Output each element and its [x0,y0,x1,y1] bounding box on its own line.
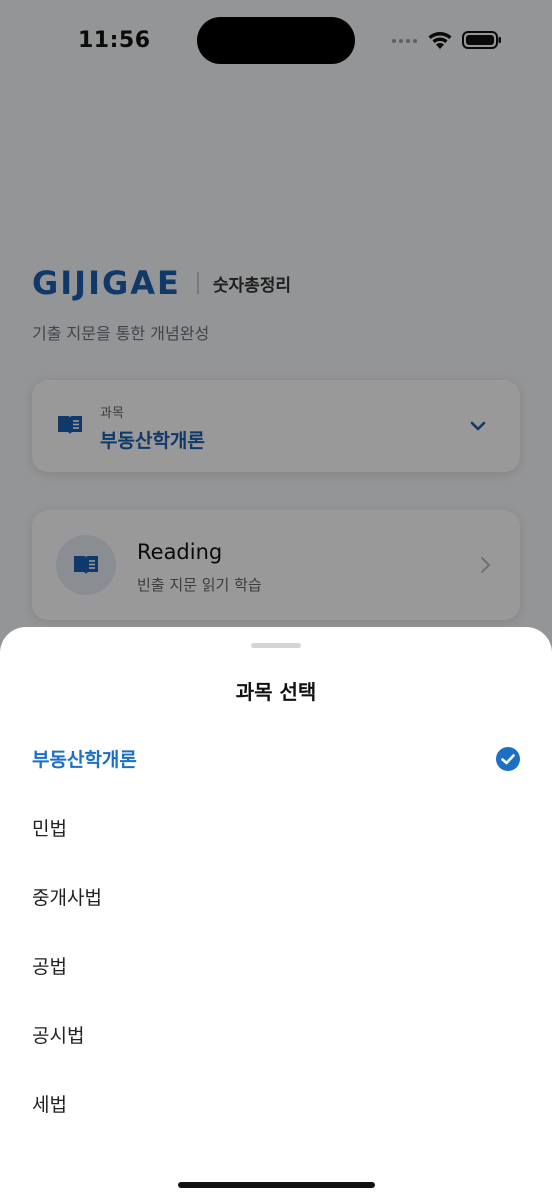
home-indicator[interactable] [178,1182,375,1188]
option-brokerage-law[interactable]: 중개사법 [0,869,552,925]
sheet-drag-handle[interactable] [251,643,301,648]
option-label: 공시법 [32,1025,85,1047]
option-label: 민법 [32,818,67,840]
option-label: 공법 [32,956,67,978]
sheet-title: 과목 선택 [235,680,317,704]
option-registration-law[interactable]: 공시법 [0,1007,552,1063]
app-screen: 11:56 GIJIGAE 숫자총정리 기출 지문을 통한 개념완성 과목 부동… [0,0,552,1200]
option-public-law[interactable]: 공법 [0,938,552,994]
option-real-estate-intro[interactable]: 부동산학개론 [0,731,552,787]
check-circle-icon [496,747,520,771]
option-civil-law[interactable]: 민법 [0,800,552,856]
option-label: 중개사법 [32,887,102,909]
subject-picker-sheet: 과목 선택 부동산학개론 민법 중개사법 공법 공시법 세법 [0,627,552,1200]
option-label: 세법 [32,1094,67,1116]
option-tax-law[interactable]: 세법 [0,1076,552,1132]
option-label: 부동산학개론 [32,749,137,771]
